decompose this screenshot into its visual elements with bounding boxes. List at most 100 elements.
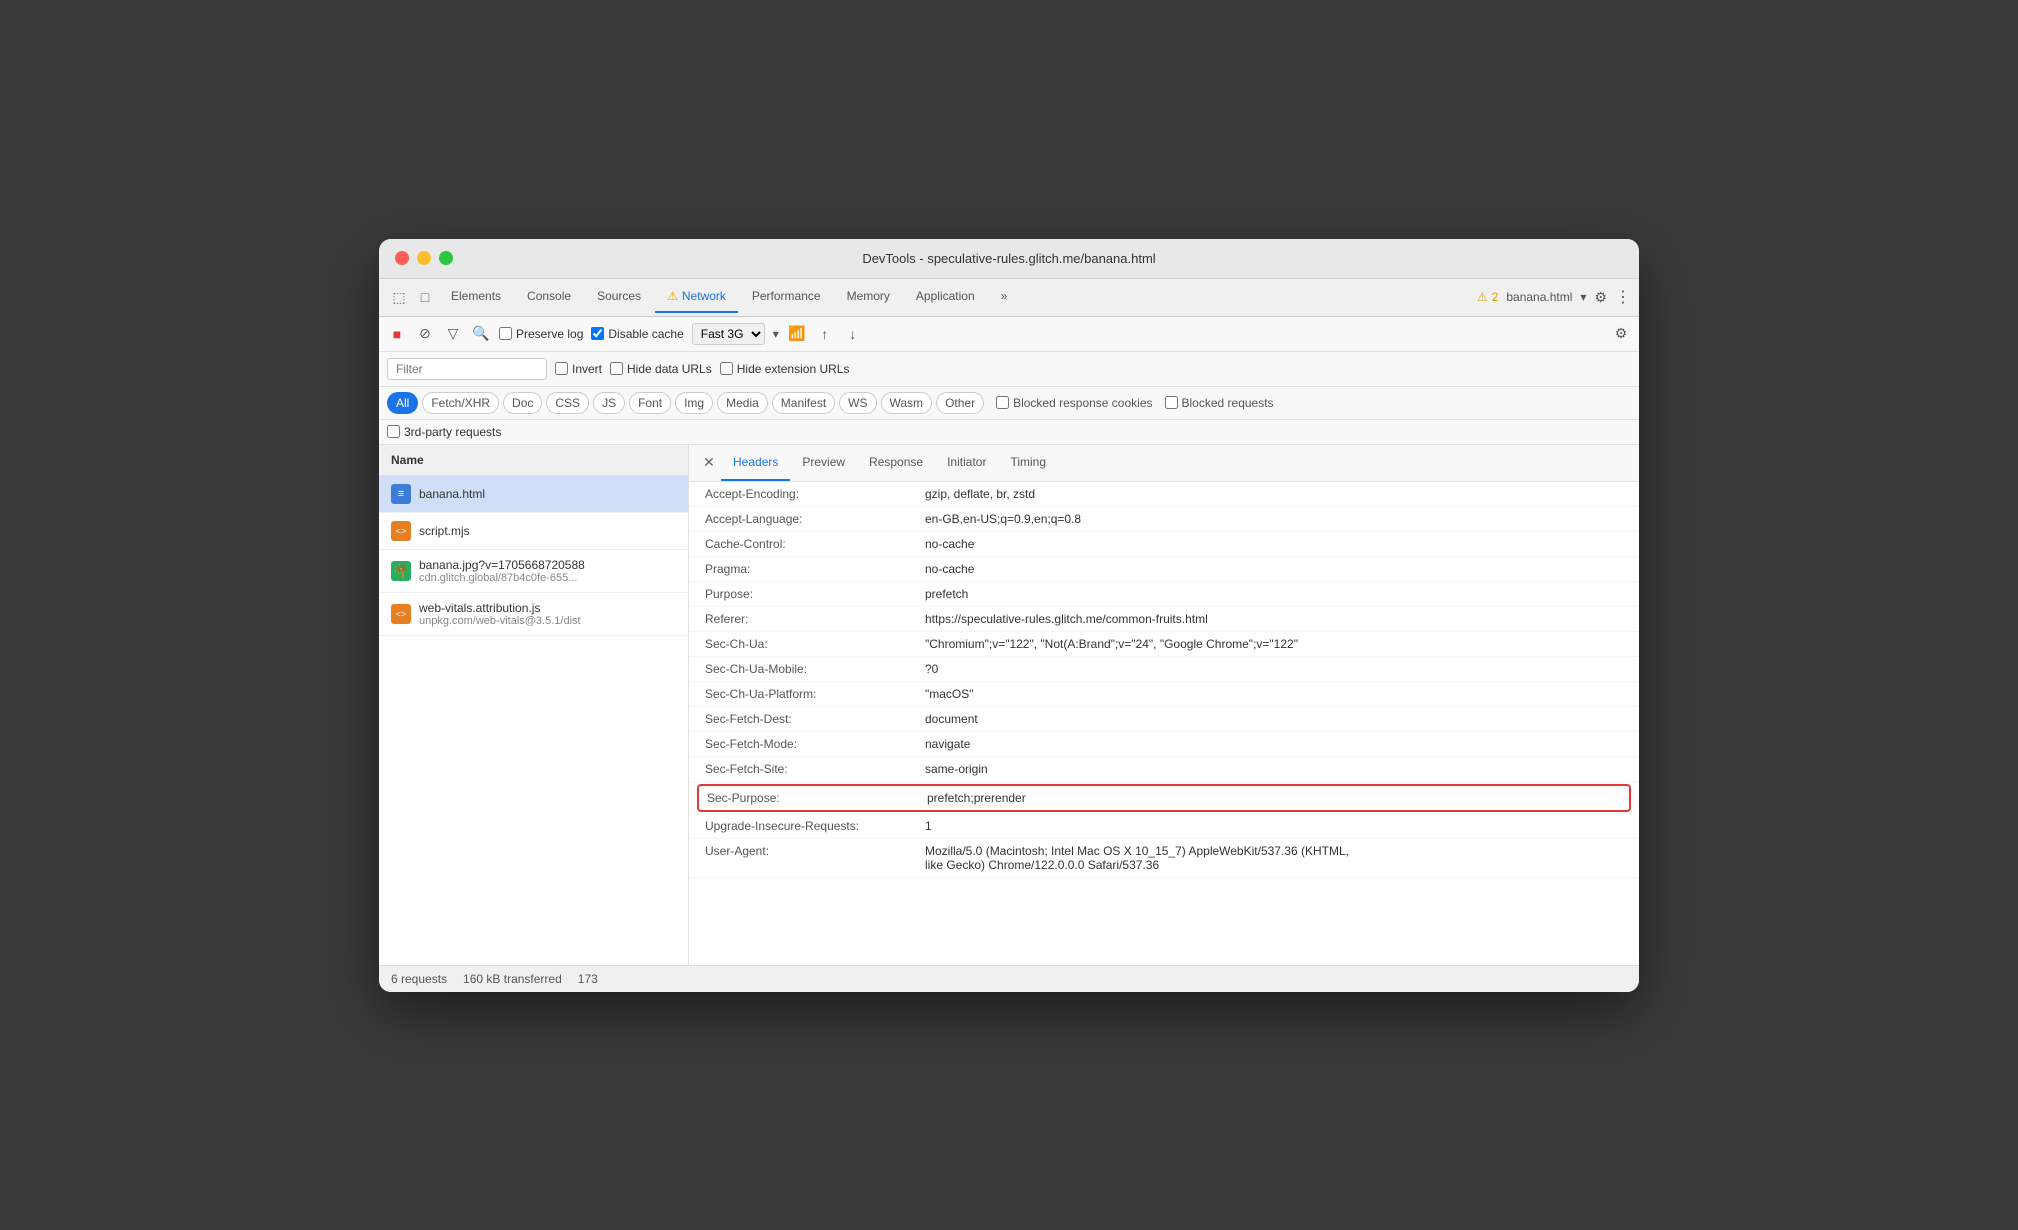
chip-img[interactable]: Img — [675, 392, 713, 414]
chip-other[interactable]: Other — [936, 392, 984, 414]
preserve-log-checkbox[interactable] — [499, 327, 512, 340]
invert-label[interactable]: Invert — [555, 362, 602, 376]
blocked-requests-label[interactable]: Blocked requests — [1165, 396, 1274, 410]
search-button[interactable]: 🔍 — [471, 324, 491, 344]
file-name-script-mjs: script.mjs — [419, 524, 470, 538]
detail-tab-response[interactable]: Response — [857, 445, 935, 481]
file-panel-header: Name — [379, 445, 688, 476]
preserve-log-label[interactable]: Preserve log — [499, 327, 583, 341]
detail-tab-timing[interactable]: Timing — [998, 445, 1058, 481]
devtools-settings-icon[interactable]: ⚙ — [1594, 289, 1607, 306]
header-row-sec-purpose: Sec-Purpose: prefetch;prerender — [697, 784, 1631, 812]
chip-js[interactable]: JS — [593, 392, 625, 414]
header-row-user-agent: User-Agent: Mozilla/5.0 (Macintosh; Inte… — [689, 839, 1639, 878]
third-party-label[interactable]: 3rd-party requests — [387, 425, 501, 439]
devtools-more-icon[interactable]: ⋮ — [1615, 287, 1631, 307]
chip-doc[interactable]: Doc — [503, 392, 542, 414]
disable-cache-label[interactable]: Disable cache — [591, 327, 683, 341]
header-row-sec-ch-ua-platform: Sec-Ch-Ua-Platform: "macOS" — [689, 682, 1639, 707]
wifi-icon[interactable]: 📶 — [787, 324, 807, 344]
file-icon-js-script: <> — [391, 521, 411, 541]
file-name-banana-html: banana.html — [419, 487, 485, 501]
settings-icon[interactable]: ⚙ — [1611, 324, 1631, 344]
header-row-sec-fetch-site: Sec-Fetch-Site: same-origin — [689, 757, 1639, 782]
header-row-sec-ch-ua-mobile: Sec-Ch-Ua-Mobile: ?0 — [689, 657, 1639, 682]
header-row-upgrade-insecure: Upgrade-Insecure-Requests: 1 — [689, 814, 1639, 839]
detail-tab-headers[interactable]: Headers — [721, 445, 790, 481]
devtools-tab-bar: ⬚ □ Elements Console Sources ⚠ Network P… — [379, 279, 1639, 317]
tab-sources[interactable]: Sources — [585, 281, 653, 313]
throttle-select[interactable]: Fast 3G — [692, 323, 765, 345]
request-count: 6 requests — [391, 972, 447, 986]
close-button[interactable] — [395, 251, 409, 265]
status-bar: 6 requests 160 kB transferred 173 — [379, 965, 1639, 992]
inspect-icon[interactable]: □ — [413, 285, 437, 309]
cursor-icon[interactable]: ⬚ — [387, 285, 411, 309]
hide-extension-urls-checkbox[interactable] — [720, 362, 733, 375]
header-row-accept-encoding: Accept-Encoding: gzip, deflate, br, zstd — [689, 482, 1639, 507]
blocked-response-cookies-label[interactable]: Blocked response cookies — [996, 396, 1152, 410]
warning-count: 2 — [1492, 290, 1499, 304]
file-item-web-vitals[interactable]: <> web-vitals.attribution.js unpkg.com/w… — [379, 593, 688, 636]
minimize-button[interactable] — [417, 251, 431, 265]
header-row-sec-fetch-dest: Sec-Fetch-Dest: document — [689, 707, 1639, 732]
header-row-cache-control: Cache-Control: no-cache — [689, 532, 1639, 557]
tab-memory[interactable]: Memory — [835, 281, 902, 313]
headers-table: Accept-Encoding: gzip, deflate, br, zstd… — [689, 482, 1639, 965]
maximize-button[interactable] — [439, 251, 453, 265]
throttle-dropdown-icon[interactable]: ▾ — [773, 327, 779, 341]
third-party-checkbox[interactable] — [387, 425, 400, 438]
page-dropdown-icon[interactable]: ▾ — [1580, 290, 1586, 304]
tab-performance[interactable]: Performance — [740, 281, 833, 313]
file-icon-img-banana: 🌴 — [391, 561, 411, 581]
detail-tabs: ✕ Headers Preview Response Initiator Tim… — [689, 445, 1639, 482]
devtools-window: DevTools - speculative-rules.glitch.me/b… — [379, 239, 1639, 992]
tab-elements[interactable]: Elements — [439, 281, 513, 313]
tab-application[interactable]: Application — [904, 281, 987, 313]
disable-cache-checkbox[interactable] — [591, 327, 604, 340]
blocked-response-cookies-checkbox[interactable] — [996, 396, 1009, 409]
tab-console[interactable]: Console — [515, 281, 583, 313]
chip-font[interactable]: Font — [629, 392, 671, 414]
chip-manifest[interactable]: Manifest — [772, 392, 835, 414]
download-icon[interactable]: ↓ — [843, 324, 863, 344]
upload-icon[interactable]: ↑ — [815, 324, 835, 344]
chip-wasm[interactable]: Wasm — [881, 392, 933, 414]
tab-network[interactable]: ⚠ Network — [655, 281, 738, 313]
blocked-requests-checkbox[interactable] — [1165, 396, 1178, 409]
invert-checkbox[interactable] — [555, 362, 568, 375]
main-content: Name ≡ banana.html <> script.mjs 🌴 banan… — [379, 445, 1639, 965]
detail-tab-preview[interactable]: Preview — [790, 445, 857, 481]
file-item-script-mjs[interactable]: <> script.mjs — [379, 513, 688, 550]
filter-input[interactable] — [387, 358, 547, 380]
detail-tab-initiator[interactable]: Initiator — [935, 445, 998, 481]
hide-data-urls-label[interactable]: Hide data URLs — [610, 362, 712, 376]
chip-all[interactable]: All — [387, 392, 418, 414]
filter-chips-bar: All Fetch/XHR Doc CSS JS Font Img Media … — [379, 387, 1639, 420]
header-row-accept-language: Accept-Language: en-GB,en-US;q=0.9,en;q=… — [689, 507, 1639, 532]
tab-more[interactable]: » — [989, 281, 1020, 313]
hide-data-urls-checkbox[interactable] — [610, 362, 623, 375]
file-name-web-vitals: web-vitals.attribution.js unpkg.com/web-… — [419, 601, 581, 627]
detail-panel: ✕ Headers Preview Response Initiator Tim… — [689, 445, 1639, 965]
filter-toggle-button[interactable]: ▽ — [443, 324, 463, 344]
page-label: banana.html — [1506, 290, 1572, 304]
chip-fetch-xhr[interactable]: Fetch/XHR — [422, 392, 499, 414]
header-row-pragma: Pragma: no-cache — [689, 557, 1639, 582]
chip-css[interactable]: CSS — [546, 392, 589, 414]
header-row-sec-fetch-mode: Sec-Fetch-Mode: navigate — [689, 732, 1639, 757]
tab-right: ⚠ 2 banana.html ▾ ⚙ ⋮ — [1477, 287, 1631, 307]
header-row-referer: Referer: https://speculative-rules.glitc… — [689, 607, 1639, 632]
detail-close-button[interactable]: ✕ — [697, 445, 721, 481]
traffic-lights — [395, 251, 453, 265]
file-icon-html: ≡ — [391, 484, 411, 504]
file-item-banana-jpg[interactable]: 🌴 banana.jpg?v=1705668720588 cdn.glitch.… — [379, 550, 688, 593]
filter-bar: Invert Hide data URLs Hide extension URL… — [379, 352, 1639, 387]
clear-button[interactable]: ⊘ — [415, 324, 435, 344]
hide-extension-urls-label[interactable]: Hide extension URLs — [720, 362, 850, 376]
header-row-sec-ch-ua: Sec-Ch-Ua: "Chromium";v="122", "Not(A:Br… — [689, 632, 1639, 657]
chip-media[interactable]: Media — [717, 392, 768, 414]
chip-ws[interactable]: WS — [839, 392, 876, 414]
file-item-banana-html[interactable]: ≡ banana.html — [379, 476, 688, 513]
stop-recording-button[interactable]: ■ — [387, 324, 407, 344]
